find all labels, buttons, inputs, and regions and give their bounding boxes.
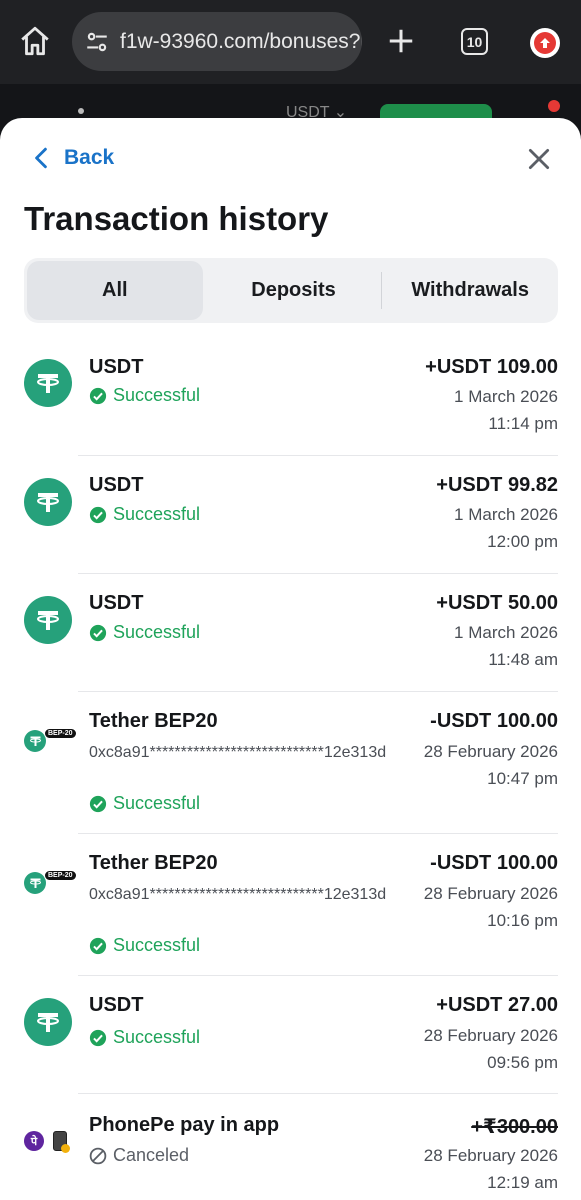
tether-icon <box>24 478 72 526</box>
back-button[interactable]: Back <box>32 146 114 170</box>
tab-withdrawals[interactable]: Withdrawals <box>382 258 558 323</box>
transaction-amount: -USDT 100.00 <box>430 710 558 732</box>
status-label: Successful <box>113 622 201 642</box>
check-circle-icon <box>89 387 107 404</box>
home-icon[interactable] <box>18 24 52 58</box>
transaction-status: Successful <box>89 1027 200 1048</box>
status-label: Successful <box>113 1027 201 1047</box>
transaction-time: 11:14 pm <box>488 414 558 433</box>
url-text: f1w-93960.com/bonuses?p <box>120 29 362 53</box>
check-circle-icon <box>89 937 107 954</box>
transaction-name: USDT <box>89 592 144 614</box>
transaction-row[interactable]: BEP-20 Tether BEP20 0xc8a91*************… <box>0 692 581 834</box>
status-label: Successful <box>113 935 201 955</box>
filter-tabs: All Deposits Withdrawals <box>24 258 558 323</box>
status-label: Successful <box>113 385 201 405</box>
transaction-name: Tether BEP20 <box>89 710 218 732</box>
transaction-time: 09:56 pm <box>487 1053 558 1072</box>
browser-toolbar: f1w-93960.com/bonuses?p 10 <box>0 0 581 84</box>
status-label: Canceled <box>113 1145 190 1165</box>
wallet-address: 0xc8a91****************************12e31… <box>89 744 387 761</box>
notification-dot <box>548 100 560 112</box>
tab-deposits[interactable]: Deposits <box>206 258 382 323</box>
canceled-icon <box>89 1147 107 1164</box>
page-title: Transaction history <box>24 200 329 237</box>
background-dot <box>78 108 84 114</box>
transaction-name: USDT <box>89 356 144 378</box>
check-circle-icon <box>89 506 107 523</box>
transaction-date: 28 February 2026 <box>423 742 558 761</box>
transaction-history-sheet: Back Transaction history All Deposits Wi… <box>0 118 581 1200</box>
transaction-time: 11:48 am <box>488 650 558 669</box>
check-circle-icon <box>89 624 107 641</box>
transaction-row[interactable]: USDT Successful +USDT 99.82 1 March 2026… <box>0 456 581 574</box>
app-wallet-icon <box>53 1131 70 1153</box>
new-tab-icon[interactable] <box>386 26 416 56</box>
close-icon[interactable] <box>526 146 552 172</box>
status-label: Successful <box>113 504 201 524</box>
tab-all[interactable]: All <box>27 261 203 320</box>
tether-icon <box>24 998 72 1046</box>
network-badge: BEP-20 <box>44 870 77 881</box>
transaction-date: 1 March 2026 <box>454 623 558 642</box>
transaction-status: Canceled <box>89 1145 189 1166</box>
transaction-status: Successful <box>89 504 200 525</box>
wallet-address: 0xc8a91****************************12e31… <box>89 886 387 903</box>
network-badge: BEP-20 <box>44 728 77 739</box>
transaction-list: USDT Successful +USDT 109.00 1 March 202… <box>0 338 581 1200</box>
check-circle-icon <box>89 1029 107 1046</box>
check-circle-icon <box>89 795 107 812</box>
transaction-row[interactable]: USDT Successful +USDT 109.00 1 March 202… <box>0 338 581 456</box>
transaction-date: 1 March 2026 <box>454 387 558 406</box>
transaction-date: 28 February 2026 <box>423 884 558 903</box>
transaction-amount: +USDT 27.00 <box>436 994 558 1016</box>
tether-bep20-icon <box>24 872 46 894</box>
transaction-amount: +USDT 50.00 <box>436 592 558 614</box>
transaction-name: USDT <box>89 994 144 1016</box>
transaction-status: Successful <box>89 793 200 814</box>
transaction-amount: +₹300.00 <box>471 1116 558 1138</box>
address-bar[interactable]: f1w-93960.com/bonuses?p <box>72 12 362 71</box>
transaction-time: 12:19 am <box>487 1173 558 1192</box>
transaction-amount: -USDT 100.00 <box>430 852 558 874</box>
transaction-status: Successful <box>89 385 200 406</box>
transaction-row[interactable]: BEP-20 Tether BEP20 0xc8a91*************… <box>0 834 581 976</box>
transaction-name: PhonePe pay in app <box>89 1114 280 1136</box>
transaction-date: 1 March 2026 <box>454 505 558 524</box>
transaction-status: Successful <box>89 935 200 956</box>
transaction-status: Successful <box>89 622 200 643</box>
transaction-date: 28 February 2026 <box>423 1026 558 1045</box>
transaction-name: Tether BEP20 <box>89 852 218 874</box>
tether-icon <box>24 359 72 407</box>
tether-icon <box>24 596 72 644</box>
phonepe-icon: पे <box>24 1131 44 1151</box>
transaction-row[interactable]: USDT Successful +USDT 27.00 28 February … <box>0 976 581 1094</box>
transaction-amount: +USDT 99.82 <box>436 474 558 496</box>
transaction-row[interactable]: पे PhonePe pay in app Canceled +₹300.00 … <box>0 1094 581 1200</box>
transaction-time: 10:47 pm <box>487 769 558 788</box>
status-label: Successful <box>113 793 201 813</box>
back-label: Back <box>64 146 115 169</box>
site-settings-icon[interactable] <box>84 29 110 55</box>
chevron-left-icon <box>35 147 47 169</box>
transaction-time: 10:16 pm <box>487 911 558 930</box>
tether-bep20-icon <box>24 730 46 752</box>
transaction-row[interactable]: USDT Successful +USDT 50.00 1 March 2026… <box>0 574 581 692</box>
tab-switcher-button[interactable]: 10 <box>461 28 488 55</box>
transaction-date: 28 February 2026 <box>423 1146 558 1165</box>
transaction-name: USDT <box>89 474 144 496</box>
update-icon[interactable] <box>530 28 560 58</box>
transaction-amount: +USDT 109.00 <box>425 356 558 378</box>
transaction-time: 12:00 pm <box>487 532 558 551</box>
